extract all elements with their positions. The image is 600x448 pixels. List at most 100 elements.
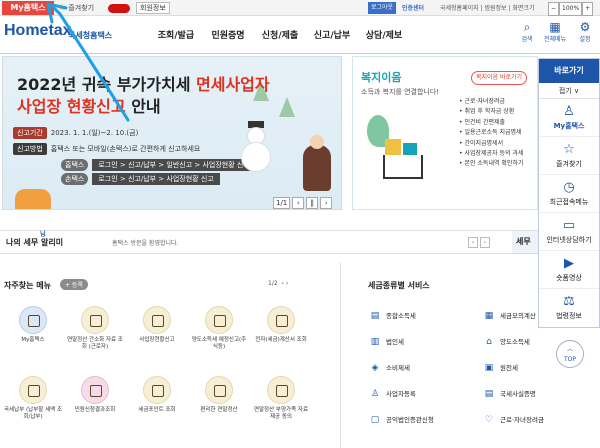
welfare-item-label: 인건비 간편제출 [464,118,506,126]
tax-service-item[interactable]: ♙ 사업자등록 [368,388,416,399]
tax-service-item[interactable]: ▥ 법인세 [368,336,404,347]
search-button[interactable]: ⌕ 검색 [514,20,540,43]
welfare-item[interactable]: • 일용근로소득 지급명세 [459,128,523,138]
tax-service-item[interactable]: ◈ 소비제세 [368,362,410,373]
welfare-shortcut-button[interactable]: 복지이음 바로가기 [471,71,528,85]
nav-item-report[interactable]: 신고/납부 [306,28,358,41]
menu-tile[interactable]: 세금포인트 조회 [128,376,186,414]
user-info-button[interactable]: 회원정보 [136,2,170,14]
grid-icon: ▦ [549,20,561,34]
headset-icon [81,376,109,404]
settings-button[interactable]: ⚙ 설정 [572,20,598,43]
laptop-icon: ▭ [562,218,576,233]
my-hometax-tab[interactable]: My홈택스 [2,1,54,15]
top-utility-bar: My홈택스 ★ 즐겨찾기 회원정보 로그아웃 인증센터 국세청홈페이지 | 범원… [0,0,600,16]
notifier-prev-button[interactable]: ‹ [468,237,478,248]
invoice-icon [267,306,295,334]
menu-tile[interactable]: My홈택스 [4,306,62,344]
money-bag-icon [19,376,47,404]
zoom-in-button[interactable]: + [582,2,594,16]
pager-prev-button[interactable]: ‹ [292,197,305,209]
frequent-menu-section: 자주찾는 메뉴 + 등록 1/2 ‹ › My홈택스 연말정산 간소화 자료 조… [0,272,330,448]
gear-icon: ⚙ [579,20,591,34]
chevron-right-icon[interactable]: › [286,280,288,287]
tax-tab[interactable]: 세무 [512,231,538,253]
menu-tile[interactable]: 전자(세금)계산서 조회 [252,306,310,344]
menu-tile[interactable]: 연말정산 부양가족 자료제공 동의 [252,376,310,421]
report-icon [143,306,171,334]
welfare-title: 복지이음 [361,71,402,84]
settings-label: 설정 [579,36,591,43]
tax-service-label: 소비제세 [386,364,410,372]
register-menu-button[interactable]: + 등록 [60,279,88,290]
nav-item-counsel[interactable]: 상담/제보 [358,28,410,41]
pager-pause-button[interactable]: ‖ [306,197,319,209]
welfare-item[interactable]: • 간이지급명세서 [459,139,523,149]
notifier-next-button[interactable]: › [480,237,490,248]
menu-tile[interactable]: 사업장현황신고 [128,306,186,344]
favorites-link[interactable]: ★ 즐겨찾기 [58,2,94,14]
pager-next-button[interactable]: › [320,197,333,209]
quick-menu-fold-button[interactable]: 접기 ∨ [539,83,599,99]
welfare-item[interactable]: • 인건비 간편제출 [459,118,523,128]
tax-service-item[interactable]: ▤ 국세사실증명 [482,388,536,399]
scroll-top-button[interactable]: ︿ TOP [556,340,584,368]
tax-service-item[interactable]: ▦ 세금모의계산 [482,310,536,321]
quick-item-favorites[interactable]: ☆ 즐겨찾기 [539,137,599,175]
main-banner[interactable]: 2022년 귀속 부가가치세 면세사업자 사업장 현황신고 안내 신고기간 202… [2,56,342,210]
chevron-left-icon[interactable]: ‹ [281,280,283,287]
tax-service-item[interactable]: ▤ 종합소득세 [368,310,416,321]
quick-item-shorts[interactable]: ▶ 숏폼영상 [539,251,599,289]
nav-item-civil[interactable]: 민원증명 [202,28,254,41]
nav-item-inquiry[interactable]: 조회/발급 [150,28,202,41]
cert-center-link[interactable]: 인증센터 [402,3,424,12]
notifier-honorific: 님 [40,231,46,238]
notifier-title: 님 나의 세무 알리미 [6,231,64,248]
notifier-message: 홈택스 방문을 환영합니다. [112,240,179,247]
welfare-item[interactable]: • 취업 후 학자금 상환 [459,107,523,117]
menu-tile[interactable]: 연말정산 간소화 자료 조회 (근로자) [66,306,124,351]
top-label: TOP [563,356,576,363]
all-menu-button[interactable]: ▦ 전체메뉴 [542,20,568,43]
welfare-item[interactable]: • 근로·자녀장려금 [459,97,523,107]
menu-tile[interactable]: 양도소득세 예정신고(주식등) [190,306,248,351]
sontax-path-text: 로그인 > 신고/납부 > 사업장현황 신고 [92,173,220,185]
menu-tile-label: 양도소득세 예정신고(주식등) [191,337,247,350]
welfare-item[interactable]: • 본인 소득내역 확인하기 [459,159,523,169]
menu-tile[interactable]: 편리한 연말정산 [190,376,248,414]
tax-service-label: 원천세 [500,364,518,372]
banner-title-highlight: 사업장 현황신고 [17,97,126,116]
nav-item-apply[interactable]: 신청/제출 [254,28,306,41]
tax-service-label: 종합소득세 [386,312,416,320]
tax-service-item[interactable]: ♡ 근로·자녀장려금 [482,414,544,425]
notifier-title-text: 나의 세무 알리미 [6,238,64,247]
method-text: 홈택스 또는 모바일(손택스)로 간편하게 신고하세요 [50,145,201,153]
top-links[interactable]: 국세청홈페이지 | 범원정보 | 화면크기 [440,3,534,12]
welfare-item-label: 사업장제공자 등의 과세 [464,150,524,158]
tax-service-item[interactable]: ⌂ 양도소득세 [482,336,530,347]
tax-service-item[interactable]: ▢ 공익법인증관신청 [368,414,434,425]
quick-item-recent[interactable]: ◷ 최근접속메뉴 [539,175,599,213]
tax-service-label: 공익법인증관신청 [386,416,434,424]
welfare-item[interactable]: • 사업장제공자 등의 과세 [459,149,523,159]
logout-button[interactable]: 로그아웃 [368,2,397,14]
banner-method: 신고방법 홈택스 또는 모바일(손택스)로 간편하게 신고하세요 [13,143,200,155]
receipt-icon: ▣ [484,363,494,373]
main-header: Hometax 국세청홈택스 조회/발급 민원증명 신청/제출 신고/납부 상담… [0,16,600,54]
quick-item-online-consult[interactable]: ▭ 인터넷상담하기 [539,213,599,251]
quick-item-law[interactable]: ⚖ 법령정보 [539,289,599,327]
menu-tile[interactable]: 국세납부 (납부할 세액 조회/납부) [4,376,62,421]
zoom-out-button[interactable]: − [548,2,560,16]
all-menu-label: 전체메뉴 [543,36,567,43]
sontax-path: 손택스 로그인 > 신고/납부 > 사업장현황 신고 [61,173,220,185]
menu-tile-label: 연말정산 부양가족 자료제공 동의 [253,407,309,420]
period-tag: 신고기간 [13,127,47,139]
banner-period: 신고기간 2023. 1. 1.(일)~2. 10.(금) [13,127,138,139]
menu-tile[interactable]: 민원신청결과조회 [66,376,124,414]
tax-service-item[interactable]: ▣ 원천세 [482,362,518,373]
menu-tile-label: 사업장현황신고 [139,337,175,343]
hometax-logo[interactable]: Hometax [4,22,72,40]
banner-title-highlight: 면세사업자 [196,75,270,94]
quick-item-my-hometax[interactable]: ♙ My홈택스 [539,99,599,137]
gavel-icon: ⚖ [563,294,575,309]
